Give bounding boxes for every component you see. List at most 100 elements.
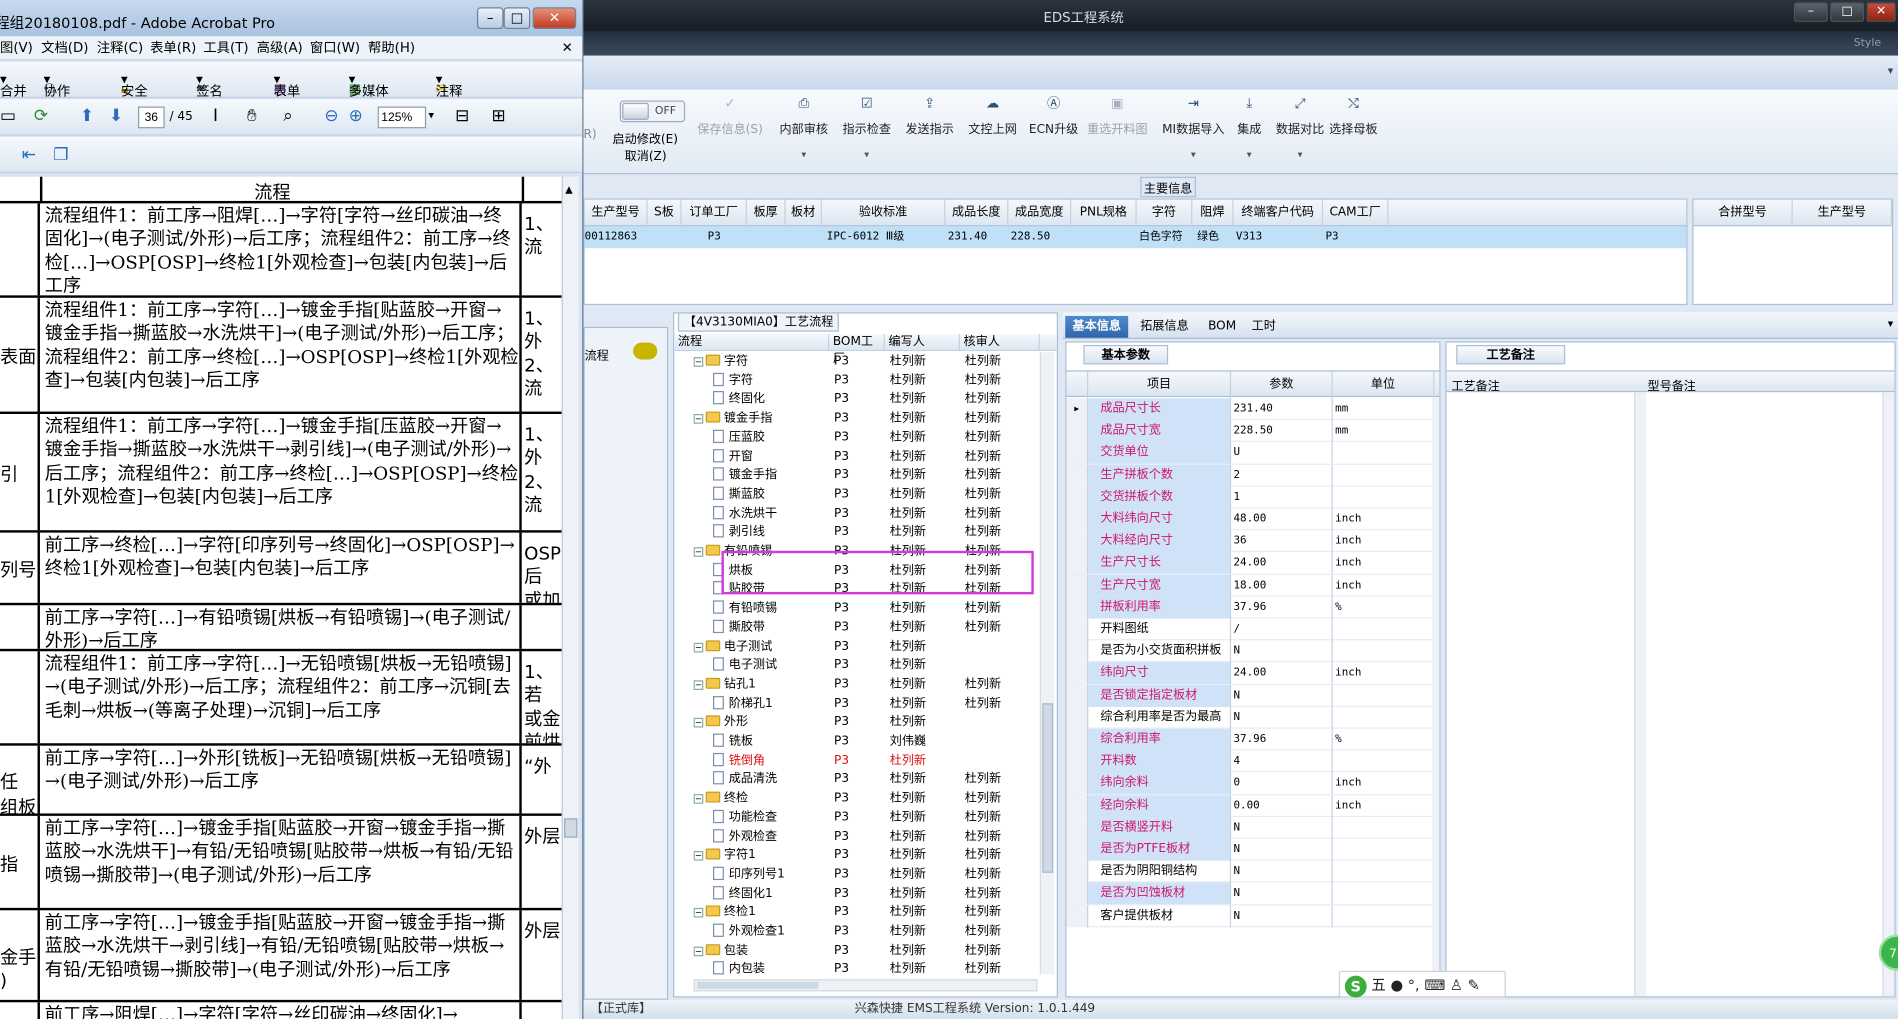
col-solder-mask[interactable]: 阻焊 <box>1192 199 1234 227</box>
menu-view[interactable]: 图(V) <box>0 36 33 60</box>
tree-row[interactable]: 铣倒角 P3 杜列新 <box>674 751 1037 770</box>
param-value[interactable]: 18.00 <box>1231 574 1333 597</box>
tree-row[interactable]: − 包装 P3 杜列新 杜列新 <box>674 941 1037 960</box>
param-row[interactable]: 成品尺寸宽 228.50 mm <box>1066 420 1437 443</box>
param-row[interactable]: 生产尺寸宽 18.00 inch <box>1066 574 1437 597</box>
collapse-toggle-icon[interactable]: − <box>693 851 704 861</box>
chevron-down-icon[interactable]: ▾ <box>780 149 828 160</box>
fit-width-icon[interactable]: ⊞ <box>491 107 505 126</box>
col-pnl-spec[interactable]: PNL规格 <box>1071 199 1137 227</box>
col-board-material[interactable]: 板材 <box>786 199 822 227</box>
scroll-thumb[interactable] <box>564 818 578 838</box>
row-selector[interactable] <box>1066 794 1089 817</box>
prev-page-icon[interactable]: ⬆ <box>80 107 94 126</box>
scroll-thumb[interactable] <box>1042 703 1054 873</box>
tree-row[interactable]: 外观检查 P3 杜列新 杜列新 <box>674 827 1037 846</box>
row-selector[interactable] <box>1066 706 1089 729</box>
param-row[interactable]: 是否锁定指定板材 N <box>1066 684 1437 707</box>
tree-row[interactable]: 压蓝胶 P3 杜列新 杜列新 <box>674 428 1037 447</box>
maximize-button[interactable]: □ <box>1830 2 1865 22</box>
chevron-down-icon[interactable]: ▾ <box>1162 149 1224 160</box>
col-board-thickness[interactable]: 板厚 <box>747 199 786 227</box>
col-character[interactable]: 字符 <box>1137 199 1193 227</box>
save-info-button[interactable]: ✓ 保存信息(S) <box>697 96 763 137</box>
param-value[interactable]: N <box>1231 706 1333 729</box>
send-instruction-button[interactable]: ⇪ 发送指示 <box>905 96 953 137</box>
tree-vertical-scrollbar[interactable] <box>1039 352 1055 975</box>
menu-tools[interactable]: 工具(T) <box>203 36 248 60</box>
tree-row[interactable]: 功能检查 P3 杜列新 杜列新 <box>674 808 1037 827</box>
row-selector[interactable] <box>1066 904 1089 927</box>
param-row[interactable]: 客户提供板材 N <box>1066 904 1437 927</box>
ime-skin-icon[interactable]: ♙ <box>1450 977 1463 994</box>
col-writer[interactable]: 编写人 <box>885 334 960 352</box>
param-value[interactable]: N <box>1231 816 1333 839</box>
prev-view-icon[interactable]: ⇤ <box>22 145 36 164</box>
col-production-model-2[interactable]: 生产型号 <box>1793 199 1893 227</box>
select-mother-board-button[interactable]: ⤭ 选择母板 <box>1329 96 1377 137</box>
tree-horizontal-scrollbar[interactable] <box>693 979 1038 992</box>
comment-icon[interactable] <box>633 342 658 360</box>
collapse-toggle-icon[interactable]: − <box>693 718 704 728</box>
ime-punct-icon[interactable]: ● <box>1390 977 1403 994</box>
param-value[interactable]: U <box>1231 442 1333 465</box>
chevron-down-icon[interactable]: ▾ <box>1888 65 1893 77</box>
edit-toggle[interactable]: OFF <box>619 100 686 123</box>
forms-button[interactable]: ▤ 表单 ▾ <box>274 71 301 99</box>
tree-row[interactable]: 开窗 P3 杜列新 杜列新 <box>674 447 1037 466</box>
pages-icon[interactable]: ❐ <box>53 145 68 164</box>
row-selector[interactable] <box>1066 486 1089 509</box>
select-tool-icon[interactable]: I <box>213 107 218 126</box>
col-order-factory[interactable]: 订单工厂 <box>682 199 747 227</box>
doc-control-button[interactable]: ☁ 文控上网 <box>968 96 1016 137</box>
refresh-icon[interactable]: ⟳ <box>34 107 48 126</box>
row-selector[interactable] <box>1066 530 1089 553</box>
collapse-toggle-icon[interactable]: − <box>693 547 704 557</box>
param-row[interactable]: 交货拼板个数 1 <box>1066 486 1437 509</box>
collapse-toggle-icon[interactable]: − <box>693 414 704 424</box>
collapse-toggle-icon[interactable]: − <box>693 946 704 956</box>
param-row[interactable]: 开料图纸 / <box>1066 618 1437 641</box>
comment-button[interactable]: ✉ 注释 ▾ <box>436 71 463 99</box>
process-remark-scrollbar[interactable] <box>1634 392 1647 997</box>
style-label[interactable]: Style <box>1854 38 1881 50</box>
col-cam-factory[interactable]: CAM工厂 <box>1323 199 1389 227</box>
row-selector[interactable] <box>1066 772 1089 795</box>
tree-row[interactable]: 撕胶带 P3 杜列新 杜列新 <box>674 618 1037 637</box>
col-model-remark[interactable]: 型号备注 <box>1647 375 1695 393</box>
param-value[interactable]: N <box>1231 838 1333 861</box>
param-row[interactable]: 纬向尺寸 24.00 inch <box>1066 662 1437 685</box>
param-row[interactable]: 是否为PTFE板材 N <box>1066 838 1437 861</box>
tree-row[interactable]: − 终检1 P3 杜列新 杜列新 <box>674 903 1037 922</box>
model-remark-scrollbar[interactable] <box>1882 392 1895 997</box>
wrench-icon[interactable]: ✎ <box>1468 977 1480 994</box>
tab-basic-info[interactable]: 基本信息 <box>1065 315 1129 338</box>
param-value[interactable]: N <box>1231 684 1333 707</box>
close-document-icon[interactable]: ✕ <box>562 36 573 60</box>
col-process-remark[interactable]: 工艺备注 <box>1451 375 1499 393</box>
mi-import-button[interactable]: ⇥ MI数据导入 ▾ <box>1162 96 1224 160</box>
acrobat-title-bar[interactable]: 程组20180108.pdf - Adobe Acrobat Pro – □ ✕ <box>0 0 583 37</box>
tree-row[interactable]: 内包装 P3 杜列新 杜列新 <box>674 960 1037 979</box>
close-button[interactable]: ✕ <box>1866 2 1896 22</box>
param-value[interactable]: N <box>1231 640 1333 663</box>
col-acceptance-standard[interactable]: 验收标准 <box>822 199 946 227</box>
startup-modify-label[interactable]: 启动修改(E) <box>613 128 679 146</box>
internal-review-button[interactable]: ⎙ 内部审核 ▾ <box>780 96 828 160</box>
param-row[interactable]: 是否为凹蚀板材 N <box>1066 882 1437 905</box>
menu-forms[interactable]: 表单(R) <box>150 36 196 60</box>
param-value[interactable]: 24.00 <box>1231 552 1333 575</box>
row-selector[interactable] <box>1066 684 1089 707</box>
row-selector[interactable] <box>1066 816 1089 839</box>
param-row[interactable]: 开料数 4 <box>1066 750 1437 773</box>
row-selector[interactable] <box>1066 662 1089 685</box>
param-row[interactable]: 生产尺寸长 24.00 inch <box>1066 552 1437 575</box>
pdf-scrollbar[interactable]: ▲ <box>561 176 579 1019</box>
menu-window[interactable]: 窗口(W) <box>310 36 360 60</box>
param-row[interactable]: 大料纬向尺寸 48.00 inch <box>1066 508 1437 531</box>
param-value[interactable]: 0.00 <box>1231 794 1333 817</box>
col-merge-model[interactable]: 合拼型号 <box>1693 199 1793 227</box>
param-value[interactable]: 231.40 <box>1231 398 1333 421</box>
tree-row[interactable]: 撕蓝胶 P3 杜列新 杜列新 <box>674 485 1037 504</box>
save-icon[interactable]: ▭ <box>0 107 16 126</box>
